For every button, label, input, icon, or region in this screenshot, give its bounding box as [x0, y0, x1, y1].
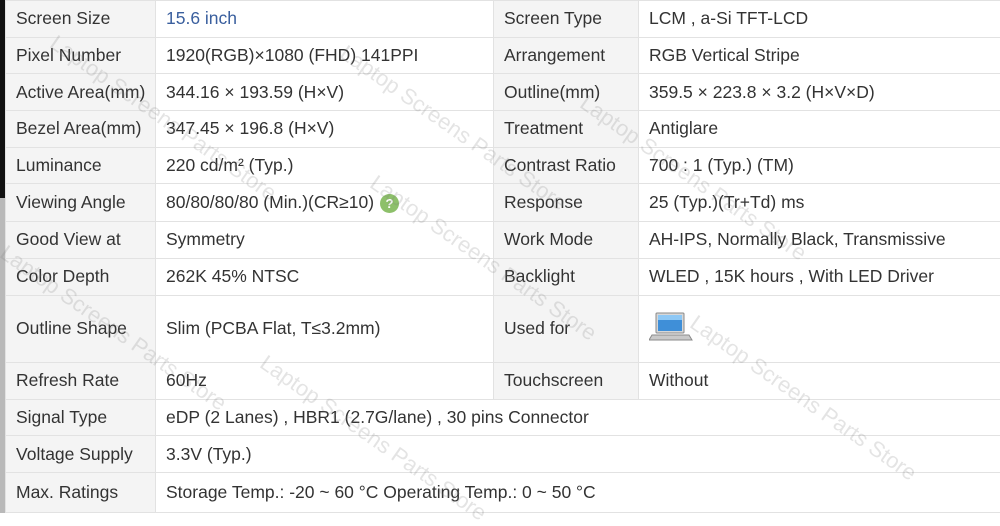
spec-value: Antiglare: [639, 111, 1000, 148]
table-row: Screen Size 15.6 inch Screen Type LCM , …: [6, 1, 1000, 38]
table-row: Active Area(mm) 344.16 × 193.59 (H×V) Ou…: [6, 74, 1000, 111]
spec-label: Response: [494, 184, 639, 222]
spec-value: 1920(RGB)×1080 (FHD) 141PPI: [156, 37, 494, 74]
spec-value: 80/80/80/80 (Min.)(CR≥10): [166, 192, 374, 212]
spec-value: LCM , a-Si TFT-LCD: [639, 1, 1000, 38]
table-row: Good View at Symmetry Work Mode AH-IPS, …: [6, 222, 1000, 259]
spec-label: Outline Shape: [6, 295, 156, 362]
spec-label: Screen Type: [494, 1, 639, 38]
spec-table: Screen Size 15.6 inch Screen Type LCM , …: [5, 0, 1000, 513]
spec-value: Symmetry: [156, 222, 494, 259]
table-row: Color Depth 262K 45% NTSC Backlight WLED…: [6, 258, 1000, 295]
spec-value: 700 : 1 (Typ.) (TM): [639, 147, 1000, 184]
spec-label: Arrangement: [494, 37, 639, 74]
spec-value: RGB Vertical Stripe: [639, 37, 1000, 74]
spec-label: Pixel Number: [6, 37, 156, 74]
spec-value: 15.6 inch: [156, 1, 494, 38]
table-row: Pixel Number 1920(RGB)×1080 (FHD) 141PPI…: [6, 37, 1000, 74]
spec-label: Signal Type: [6, 399, 156, 436]
spec-value: 359.5 × 223.8 × 3.2 (H×V×D): [639, 74, 1000, 111]
spec-label: Used for: [494, 295, 639, 362]
spec-value: WLED , 15K hours , With LED Driver: [639, 258, 1000, 295]
spec-label: Color Depth: [6, 258, 156, 295]
spec-value-cell: [639, 295, 1000, 362]
spec-label: Contrast Ratio: [494, 147, 639, 184]
spec-value: 60Hz: [156, 362, 494, 399]
table-row: Max. Ratings Storage Temp.: -20 ~ 60 °C …: [6, 473, 1000, 513]
spec-value: 262K 45% NTSC: [156, 258, 494, 295]
spec-value: Storage Temp.: -20 ~ 60 °C Operating Tem…: [156, 473, 1000, 513]
laptop-icon: [649, 311, 693, 347]
spec-label: Bezel Area(mm): [6, 111, 156, 148]
spec-label: Viewing Angle: [6, 184, 156, 222]
spec-label: Outline(mm): [494, 74, 639, 111]
spec-label: Work Mode: [494, 222, 639, 259]
table-row: Bezel Area(mm) 347.45 × 196.8 (H×V) Trea…: [6, 111, 1000, 148]
spec-value: 344.16 × 193.59 (H×V): [156, 74, 494, 111]
spec-label: Luminance: [6, 147, 156, 184]
spec-label: Active Area(mm): [6, 74, 156, 111]
spec-value: 347.45 × 196.8 (H×V): [156, 111, 494, 148]
help-icon[interactable]: ?: [380, 194, 399, 213]
spec-value: Without: [639, 362, 1000, 399]
spec-value: AH-IPS, Normally Black, Transmissive: [639, 222, 1000, 259]
table-row: Signal Type eDP (2 Lanes) , HBR1 (2.7G/l…: [6, 399, 1000, 436]
table-row: Outline Shape Slim (PCBA Flat, T≤3.2mm) …: [6, 295, 1000, 362]
spec-value-cell: 80/80/80/80 (Min.)(CR≥10)?: [156, 184, 494, 222]
spec-value: 220 cd/m² (Typ.): [156, 147, 494, 184]
spec-label: Backlight: [494, 258, 639, 295]
spec-label: Screen Size: [6, 1, 156, 38]
spec-label: Good View at: [6, 222, 156, 259]
spec-value: 3.3V (Typ.): [156, 436, 1000, 473]
spec-label: Voltage Supply: [6, 436, 156, 473]
table-row: Luminance 220 cd/m² (Typ.) Contrast Rati…: [6, 147, 1000, 184]
spec-value: Slim (PCBA Flat, T≤3.2mm): [156, 295, 494, 362]
spec-label: Touchscreen: [494, 362, 639, 399]
spec-value: 25 (Typ.)(Tr+Td) ms: [639, 184, 1000, 222]
table-row: Viewing Angle 80/80/80/80 (Min.)(CR≥10)?…: [6, 184, 1000, 222]
spec-label: Treatment: [494, 111, 639, 148]
spec-label: Refresh Rate: [6, 362, 156, 399]
table-row: Refresh Rate 60Hz Touchscreen Without: [6, 362, 1000, 399]
spec-label: Max. Ratings: [6, 473, 156, 513]
spec-value: eDP (2 Lanes) , HBR1 (2.7G/lane) , 30 pi…: [156, 399, 1000, 436]
table-row: Voltage Supply 3.3V (Typ.): [6, 436, 1000, 473]
